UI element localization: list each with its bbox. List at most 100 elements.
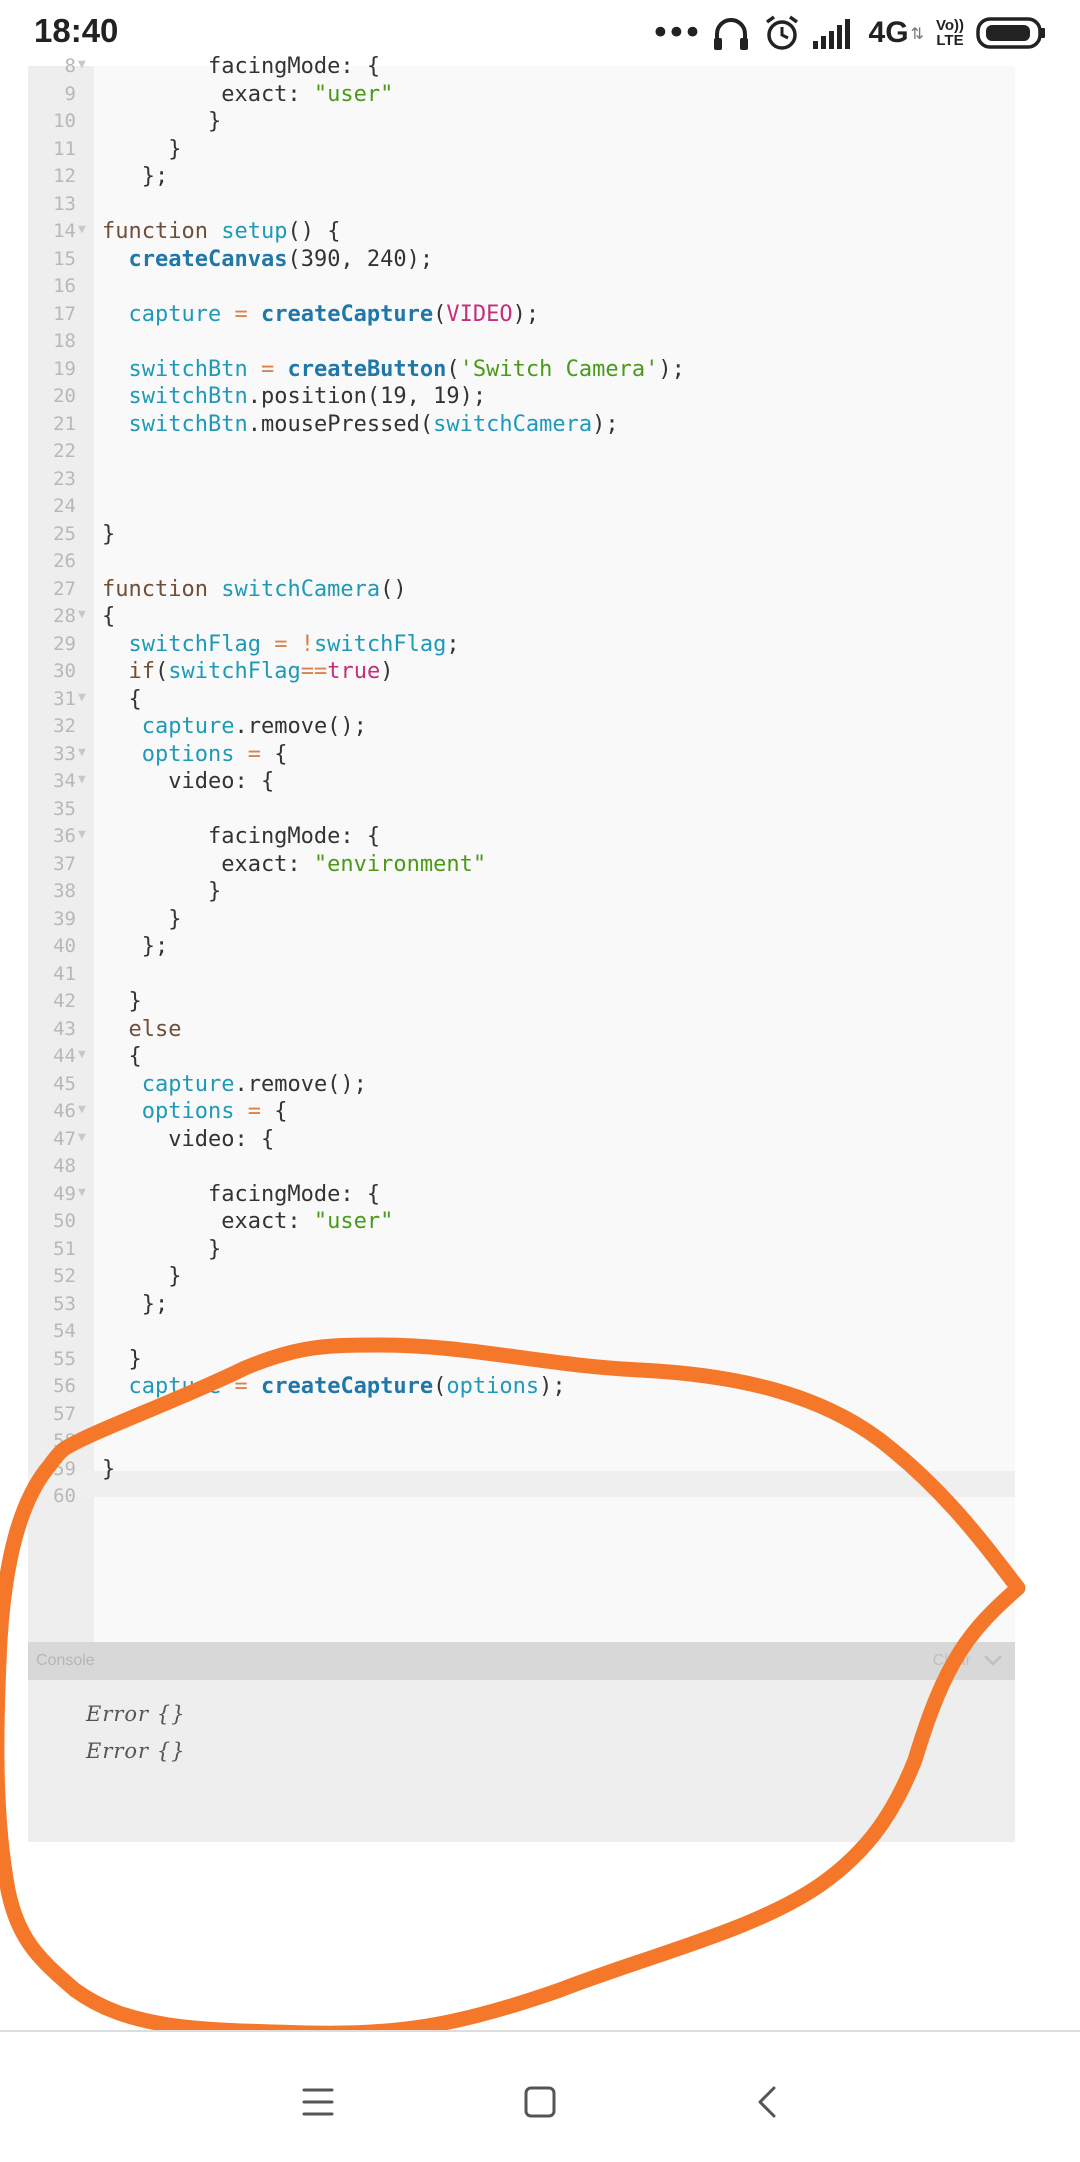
code-line[interactable]: 33 ▼ options = { xyxy=(28,741,1015,769)
fold-arrow-icon[interactable]: ▼ xyxy=(78,684,86,712)
code-line[interactable]: 43 else xyxy=(28,1016,1015,1044)
fold-arrow-icon[interactable]: ▼ xyxy=(78,739,86,767)
menu-icon[interactable] xyxy=(288,2072,348,2132)
back-chevron-icon[interactable] xyxy=(738,2072,798,2132)
code-line[interactable]: 34 ▼ video: { xyxy=(28,768,1015,796)
code-line[interactable]: 51 } xyxy=(28,1236,1015,1264)
code-line[interactable]: 19 switchBtn = createButton('Switch Came… xyxy=(28,356,1015,384)
code-line[interactable]: 9 exact: "user" xyxy=(28,81,1015,109)
code-line[interactable]: 10 } xyxy=(28,108,1015,136)
code-line[interactable]: 37 exact: "environment" xyxy=(28,851,1015,879)
code-line[interactable]: 56 capture = createCapture(options); xyxy=(28,1373,1015,1401)
code-line[interactable]: 44 ▼ { xyxy=(28,1043,1015,1071)
code-lines[interactable]: 8 ▼ facingMode: {9 exact: "user" 10 } 11 } 1… xyxy=(28,54,1015,1511)
code-line[interactable]: 45 capture.remove(); xyxy=(28,1071,1015,1099)
code-text: options = { xyxy=(102,741,288,769)
code-line[interactable]: 39 } xyxy=(28,906,1015,934)
code-line[interactable]: 31 ▼ { xyxy=(28,686,1015,714)
code-line[interactable]: 8 ▼ facingMode: { xyxy=(28,53,1015,81)
code-editor[interactable]: 8 ▼ facingMode: {9 exact: "user" 10 } 11 } 1… xyxy=(28,54,1015,1642)
code-line[interactable]: 36 ▼ facingMode: { xyxy=(28,823,1015,851)
code-line[interactable]: 47 ▼ video: { xyxy=(28,1126,1015,1154)
fold-arrow-icon[interactable]: ▼ xyxy=(78,1124,86,1152)
code-line[interactable]: 12 }; xyxy=(28,163,1015,191)
code-line[interactable]: 27 function switchCamera() xyxy=(28,576,1015,604)
fold-arrow-icon[interactable]: ▼ xyxy=(78,1096,86,1124)
code-line[interactable]: 16 xyxy=(28,273,1015,301)
code-token: { xyxy=(102,604,116,629)
code-line[interactable]: 35 xyxy=(28,796,1015,824)
code-line[interactable]: 22 xyxy=(28,438,1015,466)
fold-arrow-icon[interactable]: ▼ xyxy=(78,1041,86,1069)
code-line[interactable]: 60 xyxy=(28,1483,1015,1511)
code-token: } xyxy=(102,906,182,932)
code-line[interactable]: 59} xyxy=(28,1456,1015,1484)
code-line[interactable]: 58 xyxy=(28,1428,1015,1456)
code-line[interactable]: 50 exact: "user" xyxy=(28,1208,1015,1236)
code-line[interactable]: 49 ▼ facingMode: { xyxy=(28,1181,1015,1209)
code-line[interactable]: 24 xyxy=(28,493,1015,521)
code-line[interactable]: 18 xyxy=(28,328,1015,356)
line-number: 54 xyxy=(53,1320,76,1342)
code-line[interactable]: 55 } xyxy=(28,1346,1015,1374)
code-token: == xyxy=(300,659,328,684)
line-number: 55 xyxy=(53,1347,76,1370)
code-line[interactable]: 38 } xyxy=(28,878,1015,906)
code-token: ); xyxy=(658,356,685,382)
code-token: { xyxy=(274,741,288,767)
code-text: }; xyxy=(102,163,169,191)
code-line[interactable]: 42 } xyxy=(28,988,1015,1016)
code-line[interactable]: 20 switchBtn.position(19, 19); xyxy=(28,383,1015,411)
code-line[interactable]: 52 } xyxy=(28,1263,1015,1291)
fold-arrow-icon[interactable]: ▼ xyxy=(78,216,86,244)
code-line[interactable]: 25} xyxy=(28,521,1015,549)
code-text: options = { xyxy=(102,1098,288,1126)
chevron-down-icon[interactable] xyxy=(981,1648,1005,1672)
code-line[interactable]: 11 } xyxy=(28,136,1015,164)
fold-arrow-icon[interactable]: ▼ xyxy=(78,51,86,79)
code-text: } xyxy=(102,1456,115,1484)
line-number: 57 xyxy=(53,1402,76,1425)
code-line[interactable]: 30 if(switchFlag==true) xyxy=(28,658,1015,686)
line-number: 44 xyxy=(53,1045,76,1067)
code-line[interactable]: 23 xyxy=(28,466,1015,494)
code-line[interactable]: 48 xyxy=(28,1153,1015,1181)
code-line[interactable]: 57 xyxy=(28,1401,1015,1429)
code-text: facingMode: { xyxy=(102,53,380,81)
code-token: capture xyxy=(128,301,222,327)
home-square-icon[interactable] xyxy=(510,2072,570,2132)
code-token: } xyxy=(102,879,222,904)
code-line[interactable]: 17 capture = createCapture(VIDEO); xyxy=(28,301,1015,329)
code-token: switchFlag xyxy=(313,631,447,657)
code-token: facingMode: { xyxy=(102,1181,381,1207)
code-token: { xyxy=(102,1044,142,1069)
code-line[interactable]: 29 switchFlag = !switchFlag; xyxy=(28,631,1015,659)
line-number: 30 xyxy=(53,660,76,682)
fold-arrow-icon[interactable]: ▼ xyxy=(78,766,86,794)
code-token: { xyxy=(274,1099,288,1124)
code-line[interactable]: 14 ▼ function setup() { xyxy=(28,218,1015,246)
fold-arrow-icon[interactable]: ▼ xyxy=(78,821,86,849)
line-number: 49 xyxy=(53,1182,76,1205)
code-token: switchFlag xyxy=(128,631,261,657)
code-token: = xyxy=(221,1374,261,1399)
code-line[interactable]: 15 createCanvas(390, 240); xyxy=(28,246,1015,274)
code-line[interactable]: 54 xyxy=(28,1318,1015,1346)
line-number: 40 xyxy=(53,935,76,957)
code-line[interactable]: 28 ▼ { xyxy=(28,603,1015,631)
line-number: 22 xyxy=(53,440,76,462)
code-line[interactable]: 40 }; xyxy=(28,933,1015,961)
code-line[interactable]: 21 switchBtn.mousePressed(switchCamera); xyxy=(28,411,1015,439)
code-line[interactable]: 13 xyxy=(28,191,1015,219)
fold-arrow-icon[interactable]: ▼ xyxy=(78,1179,86,1207)
code-line[interactable]: 32 capture.remove(); xyxy=(28,713,1015,741)
fold-arrow-icon[interactable]: ▼ xyxy=(78,601,86,629)
clear-console-button[interactable]: Clear xyxy=(933,1652,971,1670)
code-line[interactable]: 46 ▼ options = { xyxy=(28,1098,1015,1126)
code-token: function xyxy=(102,576,222,602)
code-line[interactable]: 26 xyxy=(28,548,1015,576)
code-line[interactable]: 53 }; xyxy=(28,1291,1015,1319)
code-line[interactable]: 41 xyxy=(28,961,1015,989)
